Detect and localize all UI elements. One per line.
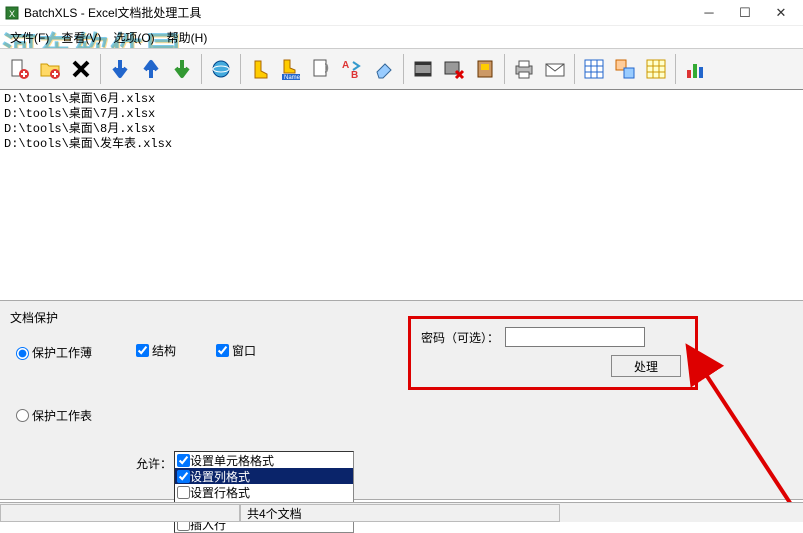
check-window[interactable]: 窗口 (216, 342, 256, 359)
arrow-up-blue-icon[interactable] (136, 52, 166, 86)
menu-file[interactable]: 文件(F) (4, 27, 55, 48)
menu-bar: 文件(F) 查看(V) 选项(O) 帮助(H) (0, 26, 803, 48)
status-cell-left (0, 504, 240, 522)
list-item[interactable]: 设置列格式 (175, 468, 353, 484)
file-item[interactable]: D:\tools\桌面\8月.xlsx (4, 122, 799, 137)
film-roll-icon[interactable] (408, 52, 438, 86)
film-delete-icon[interactable] (439, 52, 469, 86)
app-icon: X (4, 5, 20, 21)
bar-chart-icon[interactable] (680, 52, 710, 86)
process-button[interactable]: 处理 (611, 355, 681, 377)
check-structure[interactable]: 结构 (136, 342, 176, 359)
status-doc-count: 共4个文档 (240, 504, 560, 522)
radio-protect-worksheet[interactable]: 保护工作表 (16, 401, 92, 431)
file-item[interactable]: D:\tools\桌面\6月.xlsx (4, 92, 799, 107)
ab-replace-icon[interactable]: AB (338, 52, 368, 86)
boot-icon[interactable] (245, 52, 275, 86)
close-button[interactable]: ✕ (763, 0, 799, 26)
list-item[interactable]: 设置行格式 (175, 484, 353, 500)
svg-text:Name: Name (284, 75, 301, 80)
password-box: 密码（可选）： 处理 (408, 316, 698, 390)
window-title: BatchXLS - Excel文档批处理工具 (24, 4, 691, 21)
arrow-down-blue-icon[interactable] (105, 52, 135, 86)
arrow-down-green-icon[interactable] (167, 52, 197, 86)
file-item[interactable]: D:\tools\桌面\7月.xlsx (4, 107, 799, 122)
grid-yellow-icon[interactable] (641, 52, 671, 86)
delete-x-icon[interactable] (66, 52, 96, 86)
window-titlebar: X BatchXLS - Excel文档批处理工具 ─ ☐ ✕ (0, 0, 803, 26)
grid-blue-icon[interactable] (579, 52, 609, 86)
ie-globe-icon[interactable] (206, 52, 236, 86)
svg-text:X: X (9, 9, 15, 19)
boot-name-icon[interactable]: Name (276, 52, 306, 86)
grid-swap-icon[interactable] (610, 52, 640, 86)
paperclip-icon[interactable] (307, 52, 337, 86)
film-pack-icon[interactable] (470, 52, 500, 86)
allow-label: 允许： (136, 451, 172, 472)
menu-help[interactable]: 帮助(H) (161, 27, 214, 48)
menu-view[interactable]: 查看(V) (55, 27, 107, 48)
password-input[interactable] (505, 327, 645, 347)
minimize-button[interactable]: ─ (691, 0, 727, 26)
list-item[interactable]: 设置单元格格式 (175, 452, 353, 468)
eraser-icon[interactable] (369, 52, 399, 86)
mail-icon[interactable] (540, 52, 570, 86)
menu-options[interactable]: 选项(O) (107, 27, 160, 48)
file-add-icon[interactable] (4, 52, 34, 86)
toolbar: Name AB (0, 48, 803, 90)
maximize-button[interactable]: ☐ (727, 0, 763, 26)
file-list[interactable]: D:\tools\桌面\6月.xlsx D:\tools\桌面\7月.xlsx … (0, 90, 803, 300)
file-item[interactable]: D:\tools\桌面\发车表.xlsx (4, 137, 799, 152)
svg-text:B: B (351, 70, 358, 80)
password-label: 密码（可选）： (421, 329, 499, 346)
folder-open-icon[interactable] (35, 52, 65, 86)
radio-protect-workbook[interactable]: 保护工作薄 (16, 338, 92, 368)
printer-icon[interactable] (509, 52, 539, 86)
status-bar: 共4个文档 (0, 502, 803, 522)
svg-text:A: A (342, 60, 349, 71)
